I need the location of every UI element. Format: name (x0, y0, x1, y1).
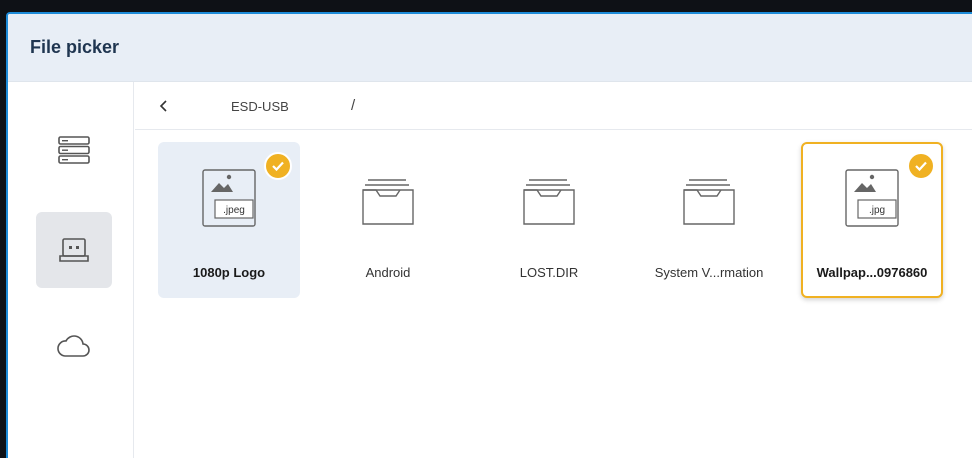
file-tile[interactable]: .jpeg 1080p Logo (158, 142, 300, 298)
file-name: 1080p Logo (192, 265, 266, 280)
breadcrumb-separator: / (351, 97, 356, 114)
folder-tile[interactable]: LOST.DIR (478, 142, 620, 298)
file-picker-window: File picker ESD-USB / .jpeg 1080p Logo A… (6, 12, 972, 458)
sidebar (8, 82, 134, 458)
sidebar-item-usb[interactable] (36, 212, 112, 288)
cloud-icon (57, 335, 90, 357)
image-file-icon: .jpeg (202, 169, 256, 227)
checkmark-icon (907, 152, 935, 180)
usb-drive-icon (59, 238, 89, 262)
sidebar-item-storage-list[interactable] (36, 112, 112, 188)
file-name: Wallpap...0976860 (816, 265, 928, 280)
folder-name: System V...rmation (654, 265, 764, 280)
folder-name: LOST.DIR (519, 265, 579, 280)
title-bar: File picker (8, 14, 972, 82)
breadcrumb: ESD-USB / (135, 82, 972, 130)
image-file-icon: .jpg (845, 169, 899, 227)
folder-tile[interactable]: System V...rmation (638, 142, 780, 298)
folder-icon (683, 179, 735, 225)
folder-icon (362, 179, 414, 225)
window-title: File picker (30, 37, 120, 57)
file-ext-label: .jpeg (223, 205, 245, 216)
main-content: ESD-USB / .jpeg 1080p Logo Android LOST.… (135, 82, 972, 458)
file-tile[interactable]: .jpg Wallpap...0976860 (801, 142, 943, 298)
checkmark-icon (264, 152, 292, 180)
breadcrumb-item-root[interactable]: ESD-USB (231, 99, 289, 114)
folder-icon (523, 179, 575, 225)
back-icon[interactable] (157, 98, 171, 114)
sidebar-item-cloud[interactable] (36, 308, 112, 384)
file-ext-label: .jpg (869, 205, 885, 216)
folder-name: Android (365, 265, 411, 280)
folder-tile[interactable]: Android (317, 142, 459, 298)
storage-list-icon (58, 136, 90, 164)
